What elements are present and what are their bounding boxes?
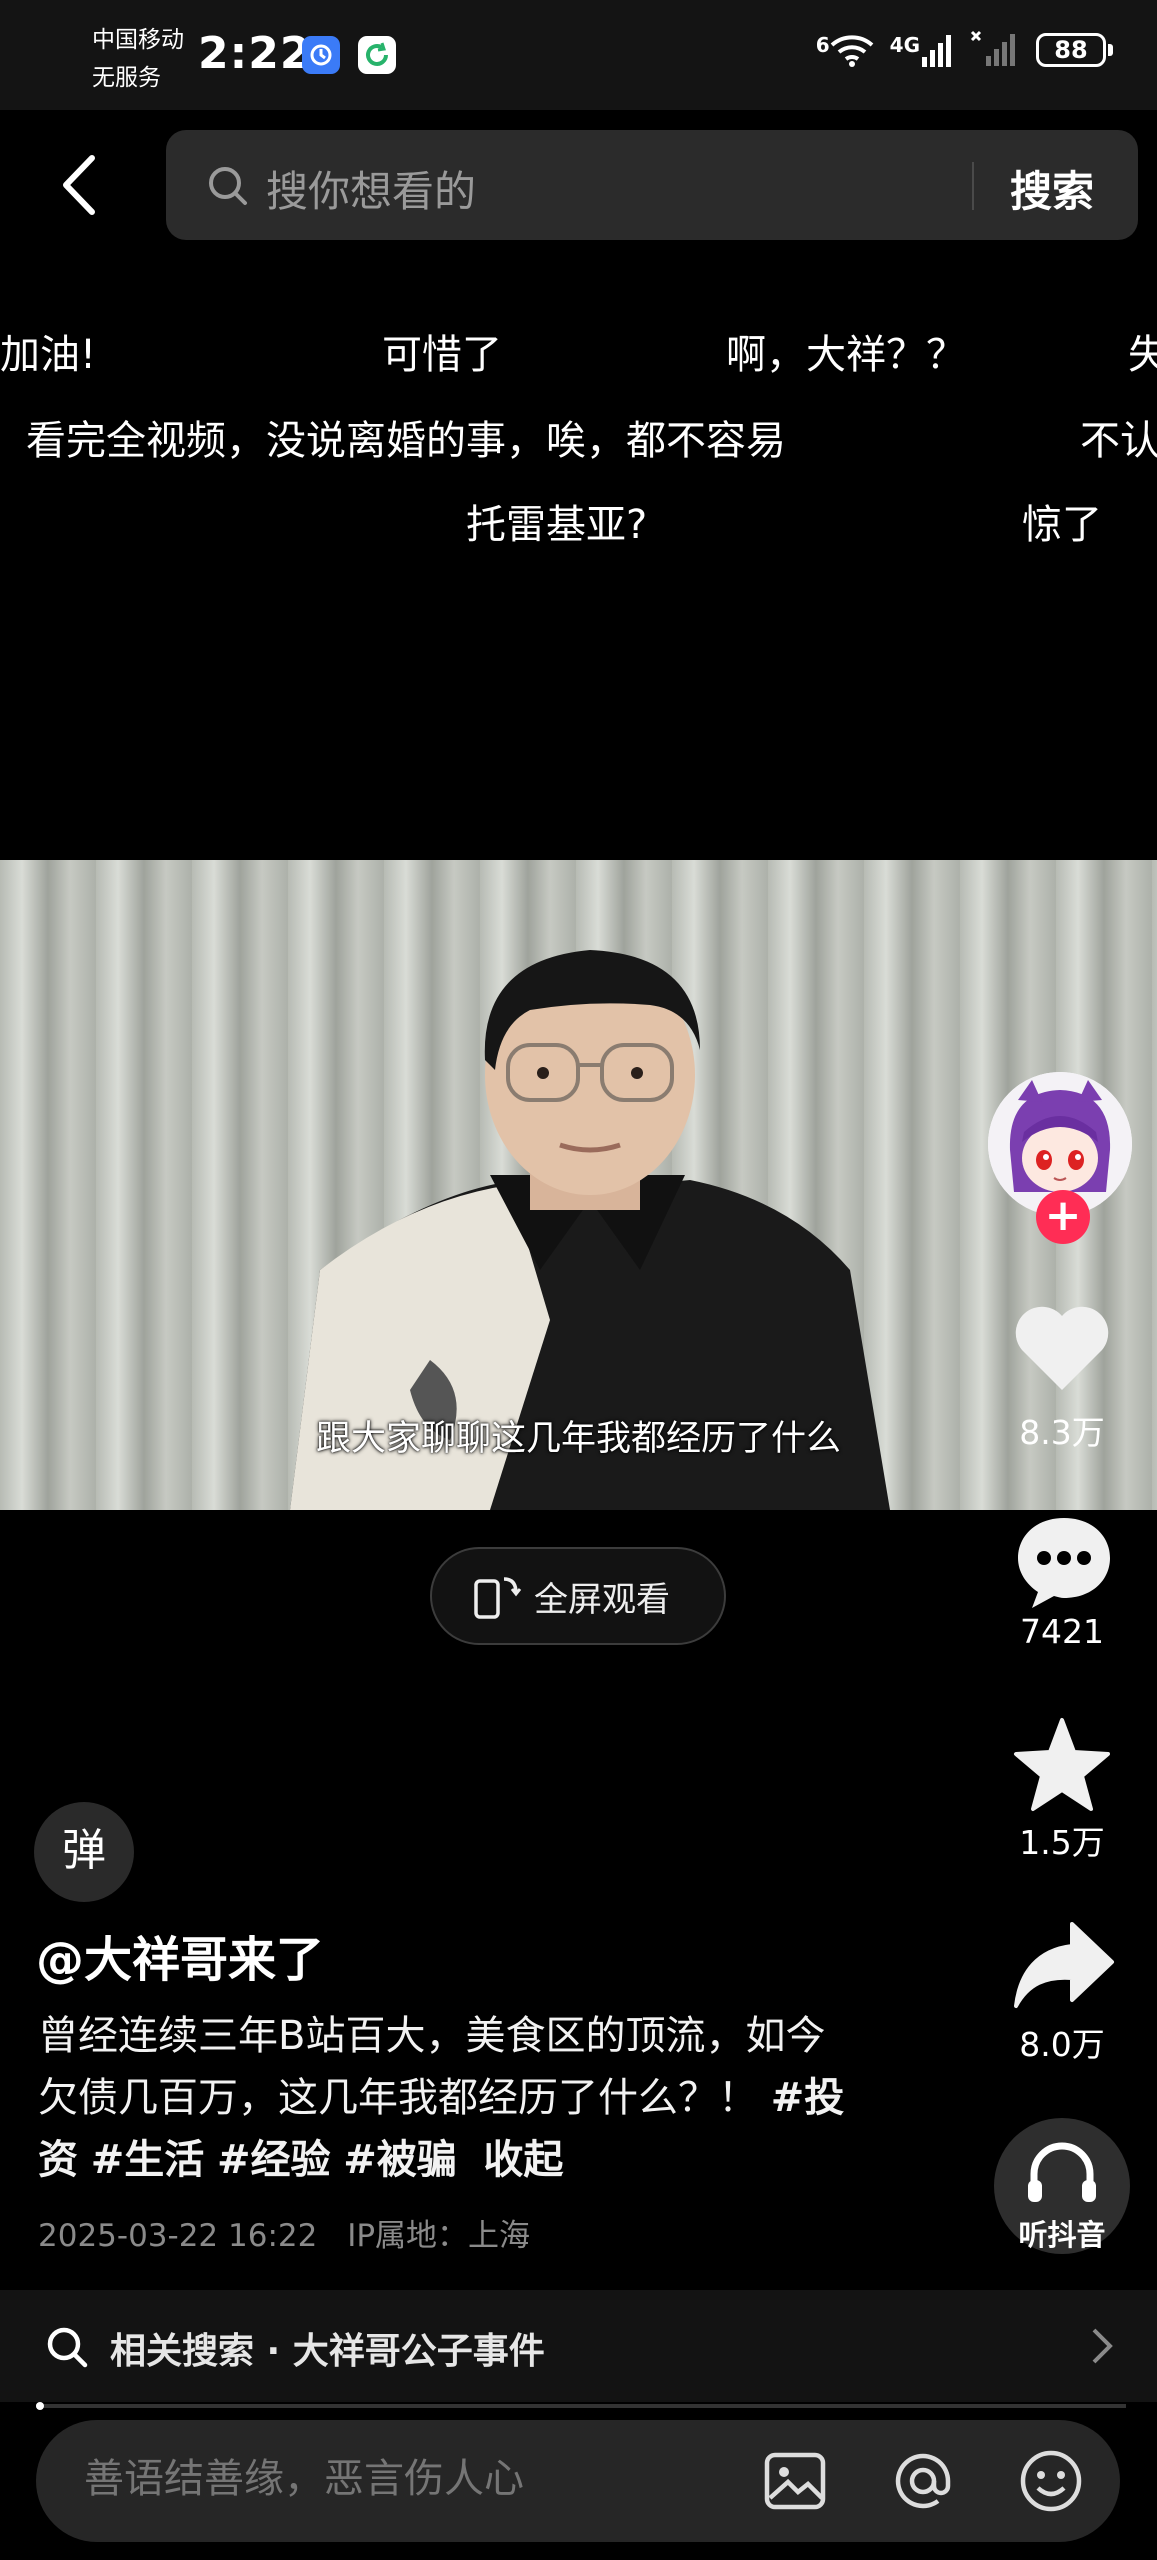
- carrier-status: 无服务: [92, 65, 161, 91]
- back-arrow-icon: [63, 155, 95, 215]
- danmaku-comment: 看完全视频，没说离婚的事，唉，都不容易: [26, 418, 786, 464]
- hashtag[interactable]: #生活: [91, 2137, 205, 2183]
- rotate-screen-icon: [472, 1571, 522, 1621]
- comment-button[interactable]: [1014, 1512, 1114, 1616]
- mention-button[interactable]: [890, 2450, 956, 2516]
- video-progress-handle[interactable]: [36, 2402, 44, 2410]
- favorite-count: 1.5万: [1019, 1823, 1105, 1862]
- search-icon: [206, 164, 250, 212]
- search-divider: [972, 162, 974, 210]
- post-description: 曾经连续三年B站百大，美食区的顶流，如今欠债几百万，这几年我都经历了什么？！ #…: [38, 2005, 858, 2191]
- ip-location: IP属地：上海: [347, 2218, 531, 2254]
- danmaku-comment: 不认: [1080, 418, 1157, 464]
- video-progress-track[interactable]: [36, 2404, 1126, 2408]
- like-button[interactable]: [1012, 1302, 1112, 1398]
- headphones-icon: [1028, 2142, 1096, 2202]
- no-signal-icon: [970, 30, 1020, 70]
- listen-douyin-label: 听抖音: [1018, 2218, 1106, 2252]
- star-icon: [1014, 1718, 1110, 1811]
- danmaku-comment: 加油!: [0, 332, 97, 378]
- description-text: 曾经连续三年B站百大，美食区的顶流，如今欠债几百万，这几年我都经历了什么？！: [38, 2013, 826, 2121]
- related-search-label: 相关搜索 · 大祥哥公子事件: [110, 2331, 545, 2372]
- hashtag[interactable]: #被骗: [343, 2137, 457, 2183]
- wifi-icon: 6: [816, 33, 874, 67]
- search-bar[interactable]: 搜你想看的 搜索: [166, 130, 1138, 240]
- author-name[interactable]: @大祥哥来了: [36, 1920, 324, 1990]
- search-button[interactable]: 搜索: [1010, 158, 1094, 219]
- battery-level: 88: [1036, 33, 1106, 67]
- comment-input[interactable]: [84, 2456, 684, 2502]
- share-count: 8.0万: [1019, 2025, 1105, 2064]
- sync-app-icon: [358, 36, 396, 74]
- share-button[interactable]: [1012, 1920, 1116, 2014]
- related-search-bar[interactable]: 相关搜索 · 大祥哥公子事件: [0, 2290, 1157, 2402]
- hashtag[interactable]: #经验: [217, 2137, 331, 2183]
- danmaku-comment: 失: [1128, 332, 1157, 378]
- cell-network-label: 4G: [889, 33, 920, 57]
- danmaku-comment: 惊了: [1022, 502, 1102, 548]
- notification-app-icon: [302, 36, 340, 74]
- search-input[interactable]: 搜你想看的: [266, 158, 476, 219]
- status-indicators: 6 4G 88: [816, 30, 1113, 70]
- emoji-icon: [1020, 2450, 1082, 2512]
- status-time: 2:22: [198, 28, 312, 79]
- comment-bar: [36, 2420, 1120, 2542]
- comment-bubble-icon: [1018, 1518, 1110, 1608]
- image-button[interactable]: [764, 2452, 826, 2514]
- back-button[interactable]: [52, 150, 112, 220]
- comment-count: 7421: [1020, 1612, 1104, 1651]
- share-arrow-icon: [1014, 1922, 1114, 2008]
- chevron-right-icon: [1090, 2326, 1114, 2370]
- danmaku-comment: 啊，大祥？？: [726, 332, 966, 378]
- danmaku-comment: 托雷基亚?: [466, 502, 648, 548]
- danmaku-comment: 可惜了: [382, 332, 502, 378]
- search-icon: [44, 2324, 90, 2374]
- follow-button[interactable]: +: [1036, 1190, 1090, 1244]
- collapse-button[interactable]: 收起: [483, 2137, 563, 2183]
- battery-tip: [1108, 44, 1113, 56]
- wifi-band-label: 6: [815, 33, 830, 57]
- video-subtitle: 跟大家聊聊这几年我都经历了什么: [315, 1419, 841, 1459]
- battery-indicator: 88: [1036, 33, 1113, 67]
- image-icon: [764, 2452, 826, 2510]
- fullscreen-label: 全屏观看: [534, 1579, 670, 1620]
- cell-signal-icon: 4G: [890, 33, 954, 67]
- favorite-button[interactable]: [1012, 1716, 1112, 1816]
- like-count: 8.3万: [1019, 1413, 1105, 1452]
- heart-icon: [1015, 1306, 1109, 1390]
- post-meta: 2025-03-22 16:22 IP属地：上海: [38, 2210, 550, 2255]
- emoji-button[interactable]: [1018, 2448, 1084, 2518]
- status-bar: 中国移动 无服务 2:22 6 4G 88: [0, 0, 1157, 110]
- danmaku-toggle-button[interactable]: 弹: [34, 1802, 134, 1902]
- at-icon: [895, 2453, 951, 2509]
- carrier-name: 中国移动: [92, 27, 184, 53]
- post-date: 2025-03-22 16:22: [38, 2218, 318, 2254]
- fullscreen-button[interactable]: 全屏观看: [430, 1547, 726, 1645]
